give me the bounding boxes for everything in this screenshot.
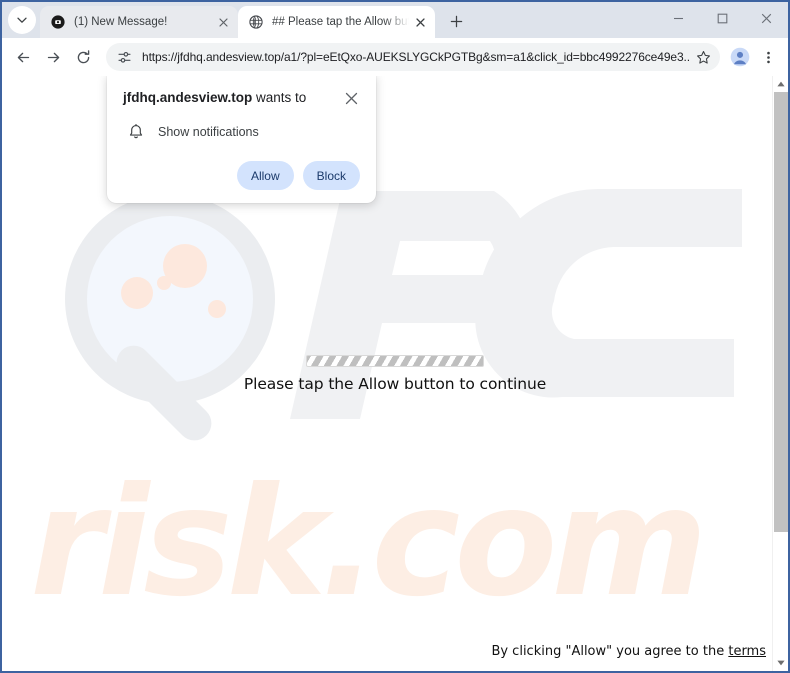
maximize-button[interactable] (700, 2, 744, 34)
browser-window: (1) New Message! ## Please tap the Allow… (0, 0, 790, 673)
loading-progress-bar (306, 354, 484, 367)
profile-button[interactable] (726, 43, 754, 71)
url-text: https://jfdhq.andesview.top/a1/?pl=eEtQx… (142, 50, 690, 64)
close-button[interactable] (744, 2, 788, 34)
star-icon (696, 50, 710, 64)
page-scrollbar[interactable] (772, 76, 788, 671)
browser-toolbar: https://jfdhq.andesview.top/a1/?pl=eEtQx… (2, 38, 788, 76)
scrollbar-thumb[interactable] (774, 92, 788, 532)
minimize-button[interactable] (656, 2, 700, 34)
arrow-right-icon (47, 52, 59, 62)
scroll-up-button[interactable] (773, 76, 788, 92)
address-bar[interactable]: https://jfdhq.andesview.top/a1/?pl=eEtQx… (106, 43, 720, 71)
dialog-origin: jfdhq.andesview.top (123, 90, 253, 105)
terms-footnote-text: By clicking "Allow" you agree to the (491, 644, 729, 659)
more-vertical-icon (766, 51, 770, 63)
dialog-title-suffix: wants to (252, 90, 307, 105)
arrow-left-icon (17, 52, 29, 62)
block-button[interactable]: Block (302, 161, 360, 190)
allow-button[interactable]: Allow (236, 161, 294, 190)
terms-footnote: By clicking "Allow" you agree to the ter… (491, 644, 766, 659)
close-icon (416, 17, 425, 27)
minimize-icon (673, 17, 683, 19)
close-icon (761, 13, 771, 23)
chrome-menu-button[interactable] (754, 43, 782, 71)
tab-close-button[interactable] (215, 14, 232, 31)
page-heading: Please tap the Allow button to continue (243, 374, 547, 393)
reload-button[interactable] (68, 42, 98, 72)
plus-icon (450, 15, 462, 27)
dark-circle-favicon (50, 14, 66, 30)
tab-title: ## Please tap the Allow button (272, 16, 409, 28)
permission-label: Show notifications (158, 125, 259, 139)
tab-allow-button-page[interactable]: ## Please tap the Allow button (238, 6, 435, 38)
tab-title: (1) New Message! (74, 16, 168, 28)
dialog-close-button[interactable] (342, 89, 360, 107)
close-icon (219, 17, 228, 27)
dialog-actions: Allow Block (123, 161, 360, 190)
permission-row: Show notifications (123, 123, 360, 141)
bookmark-button[interactable] (690, 44, 716, 70)
close-icon (345, 92, 357, 104)
dialog-header: jfdhq.andesview.top wants to (123, 89, 360, 107)
tab-search-button[interactable] (8, 6, 36, 34)
caret-up-icon (777, 81, 785, 87)
scroll-down-button[interactable] (773, 655, 788, 671)
new-tab-button[interactable] (442, 7, 470, 35)
globe-favicon (248, 14, 264, 30)
window-controls (656, 2, 788, 34)
caret-down-icon (777, 660, 785, 666)
site-settings-icon[interactable] (116, 49, 133, 66)
chevron-down-icon (17, 17, 27, 23)
page-viewport: risk.com Please tap the Allow button to … (2, 76, 788, 671)
dialog-title: jfdhq.andesview.top wants to (123, 89, 314, 107)
notification-permission-dialog: jfdhq.andesview.top wants to Show notifi… (107, 76, 376, 203)
bell-icon (127, 123, 145, 141)
avatar-icon (730, 47, 750, 67)
reload-icon (77, 49, 89, 63)
terms-link[interactable]: terms (728, 644, 766, 659)
tab-close-button[interactable] (412, 14, 429, 31)
back-button[interactable] (8, 42, 38, 72)
maximize-icon (717, 13, 727, 23)
tab-new-message[interactable]: (1) New Message! (40, 6, 238, 38)
tab-strip: (1) New Message! ## Please tap the Allow… (2, 2, 788, 38)
forward-button[interactable] (38, 42, 68, 72)
